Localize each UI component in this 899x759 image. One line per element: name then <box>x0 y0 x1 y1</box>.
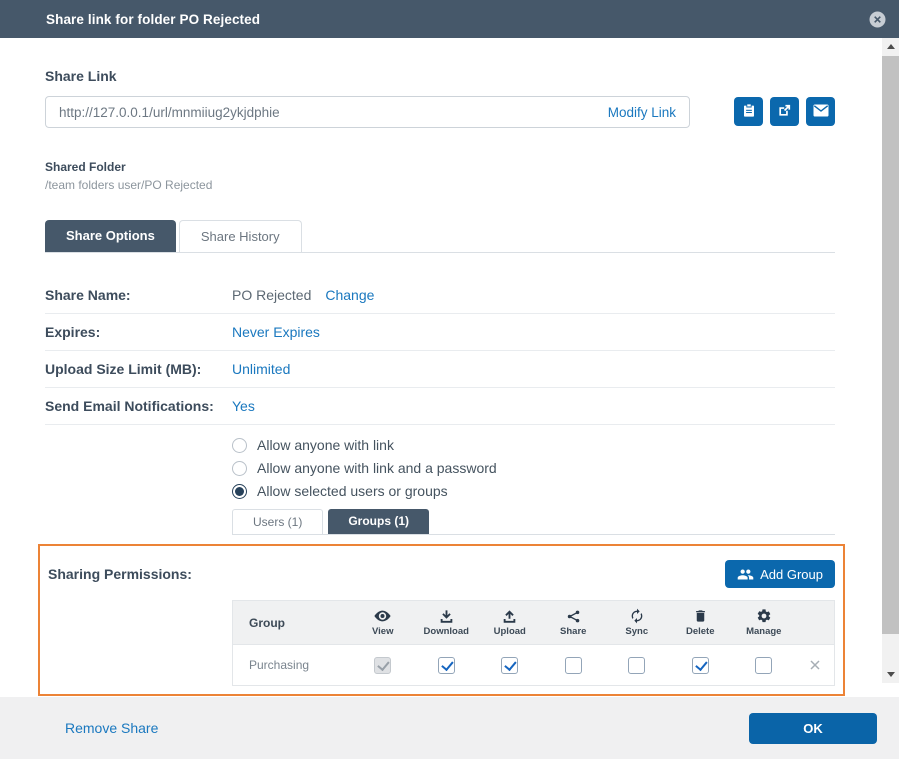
change-share-name-link[interactable]: Change <box>325 287 374 303</box>
add-group-button[interactable]: Add Group <box>725 560 835 588</box>
remove-share-link[interactable]: Remove Share <box>65 720 158 736</box>
sharing-permissions-section: Sharing Permissions: Add Group Group <box>38 544 845 696</box>
shared-folder-path: /team folders user/PO Rejected <box>45 178 835 192</box>
expires-value[interactable]: Never Expires <box>232 324 320 340</box>
email-link-button[interactable] <box>806 97 835 126</box>
share-name-row: Share Name: PO Rejected Change <box>45 277 835 314</box>
dialog-title: Share link for folder PO Rejected <box>46 12 260 27</box>
group-name: Purchasing <box>233 658 351 672</box>
checkbox-download[interactable] <box>438 657 455 674</box>
eye-icon <box>373 608 392 624</box>
scroll-down-button[interactable] <box>882 666 899 683</box>
radio-icon[interactable] <box>232 484 247 499</box>
checkbox-delete[interactable] <box>692 657 709 674</box>
radio-allow-anyone[interactable]: Allow anyone with link <box>232 437 835 453</box>
column-upload: Upload <box>478 609 542 637</box>
download-icon <box>439 609 454 624</box>
group-icon <box>737 568 754 581</box>
copy-link-button[interactable] <box>734 97 763 126</box>
main-tabs: Share Options Share History <box>45 220 835 253</box>
close-icon[interactable] <box>869 11 886 28</box>
share-icon <box>566 609 581 624</box>
tab-share-history[interactable]: Share History <box>179 220 302 252</box>
scroll-up-button[interactable] <box>882 38 899 55</box>
radio-allow-anyone-password[interactable]: Allow anyone with link and a password <box>232 460 835 476</box>
audience-tabs: Users (1) Groups (1) <box>232 509 835 535</box>
permissions-table-header: Group View Download <box>233 601 834 645</box>
trash-icon <box>693 608 708 624</box>
expires-row: Expires: Never Expires <box>45 314 835 351</box>
scrollbar-thumb[interactable] <box>882 56 899 634</box>
add-group-label: Add Group <box>760 567 823 582</box>
email-notifications-label: Send Email Notifications: <box>45 398 232 414</box>
column-download: Download <box>415 609 479 637</box>
share-link-input[interactable]: http://127.0.0.1/url/mnmiiug2ykjdphie Mo… <box>45 96 690 128</box>
tab-share-options[interactable]: Share Options <box>45 220 176 252</box>
permissions-table: Group View Download <box>232 600 835 686</box>
group-column-header: Group <box>233 616 351 630</box>
upload-limit-value[interactable]: Unlimited <box>232 361 290 377</box>
share-name-value: PO Rejected <box>232 287 311 303</box>
checkbox-upload[interactable] <box>501 657 518 674</box>
upload-limit-row: Upload Size Limit (MB): Unlimited <box>45 351 835 388</box>
access-radio-group: Allow anyone with link Allow anyone with… <box>232 437 835 499</box>
radio-icon[interactable] <box>232 438 247 453</box>
checkbox-share[interactable] <box>565 657 582 674</box>
column-share: Share <box>542 609 606 637</box>
radio-allow-selected-label: Allow selected users or groups <box>257 483 448 499</box>
dialog-footer: Remove Share OK <box>0 697 899 759</box>
share-name-label: Share Name: <box>45 287 232 303</box>
email-notifications-row: Send Email Notifications: Yes <box>45 388 835 425</box>
radio-allow-anyone-label: Allow anyone with link <box>257 437 394 453</box>
column-sync: Sync <box>605 608 669 637</box>
column-view: View <box>351 608 415 637</box>
tab-groups[interactable]: Groups (1) <box>328 509 429 534</box>
checkbox-manage[interactable] <box>755 657 772 674</box>
upload-limit-label: Upload Size Limit (MB): <box>45 361 232 377</box>
dialog-header: Share link for folder PO Rejected <box>0 0 899 38</box>
column-manage: Manage <box>732 608 796 637</box>
permissions-header: Sharing Permissions: Add Group <box>48 560 835 588</box>
radio-allow-selected[interactable]: Allow selected users or groups <box>232 483 835 499</box>
ok-button[interactable]: OK <box>749 713 877 744</box>
remove-group-icon[interactable] <box>796 659 835 671</box>
shared-folder-block: Shared Folder /team folders user/PO Reje… <box>45 160 835 192</box>
gear-icon <box>756 608 772 624</box>
sync-icon <box>629 608 645 624</box>
email-icon <box>813 104 829 120</box>
share-link-label: Share Link <box>45 68 835 84</box>
share-dialog: Share link for folder PO Rejected Share … <box>0 0 899 697</box>
dialog-body: Share Link http://127.0.0.1/url/mnmiiug2… <box>0 38 899 697</box>
open-link-button[interactable] <box>770 97 799 126</box>
permission-row-purchasing: Purchasing <box>233 645 834 685</box>
modify-link-button[interactable]: Modify Link <box>608 105 676 120</box>
share-link-row: http://127.0.0.1/url/mnmiiug2ykjdphie Mo… <box>45 96 835 128</box>
clipboard-icon <box>742 103 756 121</box>
share-link-url: http://127.0.0.1/url/mnmiiug2ykjdphie <box>59 105 608 120</box>
open-external-icon <box>777 103 792 121</box>
share-option-rows: Share Name: PO Rejected Change Expires: … <box>45 277 835 425</box>
upload-icon <box>502 609 517 624</box>
tab-users[interactable]: Users (1) <box>232 509 323 534</box>
vertical-scrollbar[interactable] <box>882 38 899 683</box>
sharing-permissions-label: Sharing Permissions: <box>48 566 192 582</box>
link-actions <box>734 96 835 128</box>
shared-folder-label: Shared Folder <box>45 160 835 174</box>
radio-icon[interactable] <box>232 461 247 476</box>
column-delete: Delete <box>669 608 733 637</box>
checkbox-view <box>374 657 391 674</box>
expires-label: Expires: <box>45 324 232 340</box>
radio-allow-anyone-password-label: Allow anyone with link and a password <box>257 460 497 476</box>
checkbox-sync[interactable] <box>628 657 645 674</box>
email-notifications-value[interactable]: Yes <box>232 398 255 414</box>
